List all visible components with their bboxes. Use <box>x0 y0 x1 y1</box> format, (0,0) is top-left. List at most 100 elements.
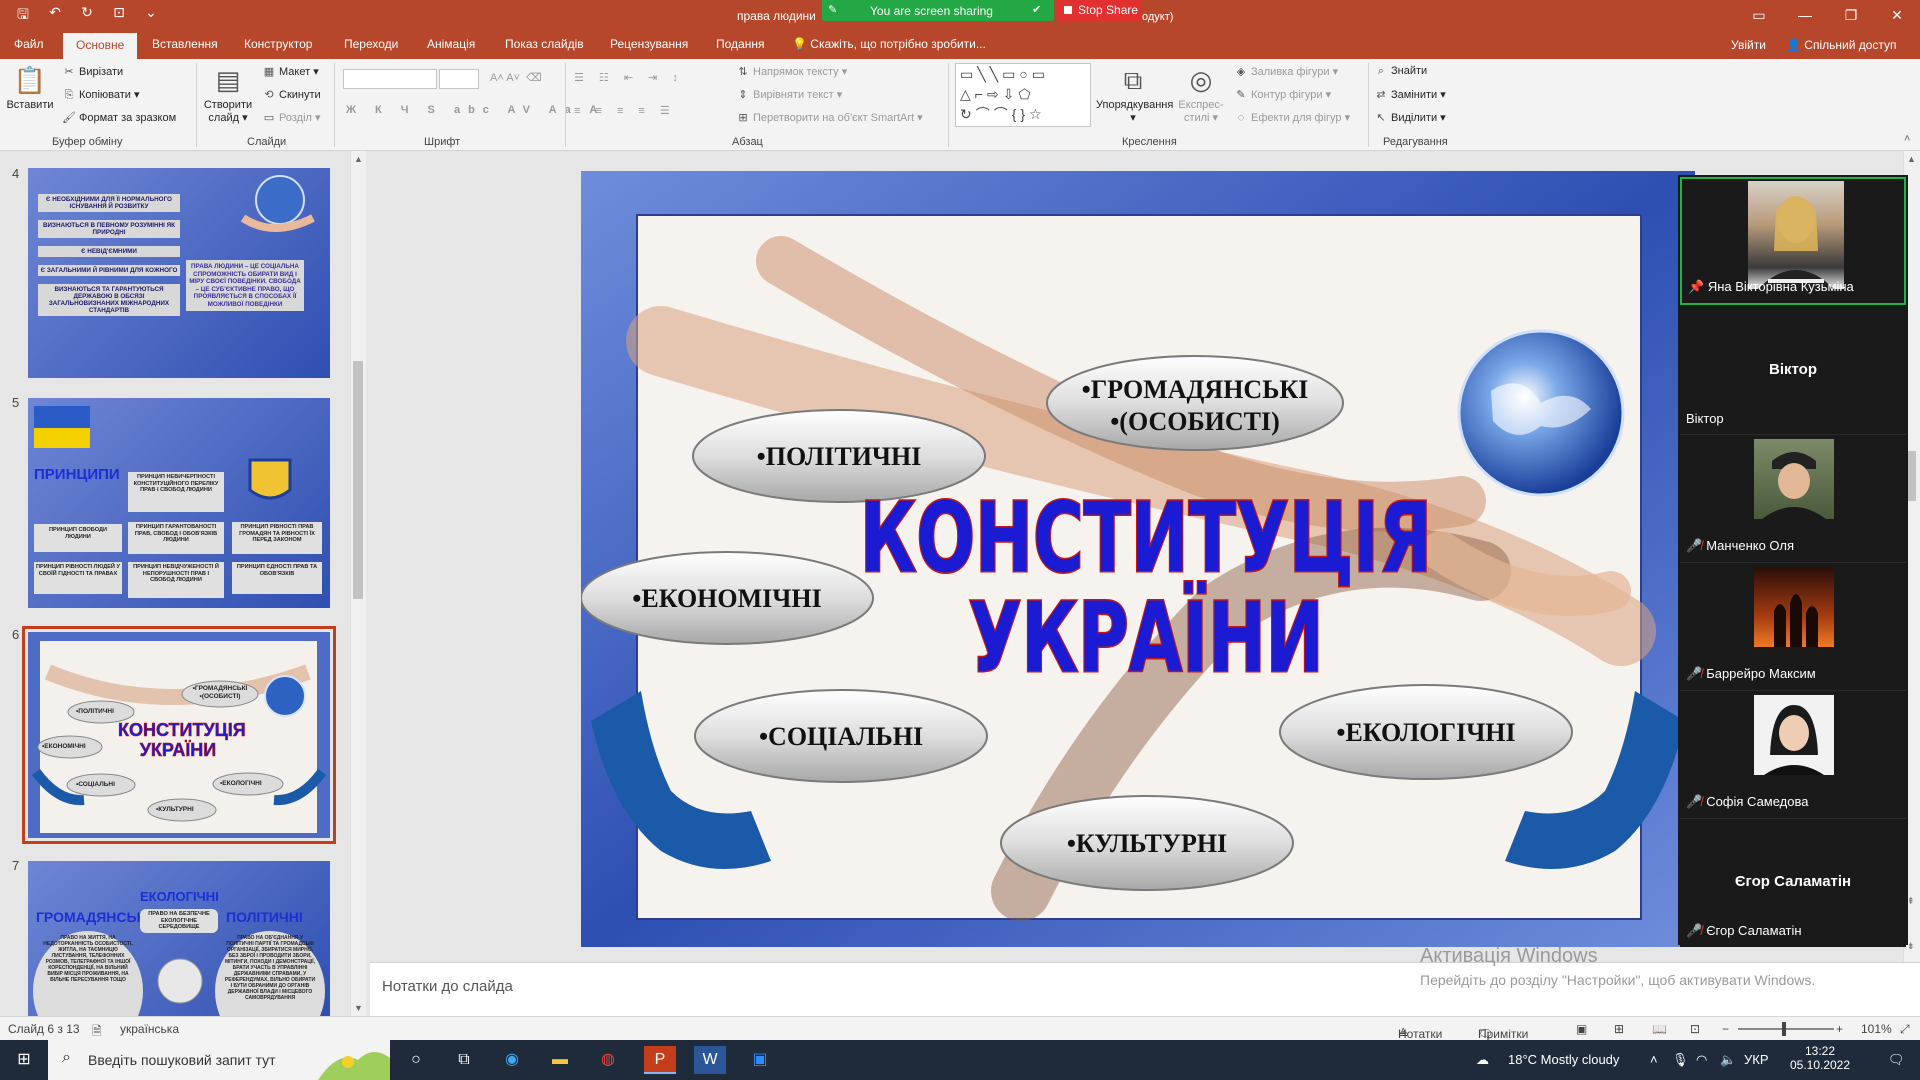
slide-thumbnail-4[interactable]: Є НЕОБХІДНИМИ ДЛЯ Її НОРМАЛЬНОГО ІСНУВАН… <box>28 168 330 378</box>
find-button[interactable]: ⌕ Знайти <box>1374 65 1427 78</box>
edge-icon[interactable]: ◉ <box>496 1046 528 1074</box>
tab-file[interactable]: Файл <box>14 37 44 51</box>
slide-thumbnail-5[interactable]: ПРИНЦИПИ ПРИНЦИП НЕВИЧЕРПНОСТІ КОНСТИТУЦ… <box>28 398 330 608</box>
slideshow-start-icon[interactable]: ⊡ <box>110 4 128 28</box>
save-icon[interactable]: 🖫 <box>14 4 32 28</box>
cortana-icon[interactable]: ○ <box>400 1046 432 1074</box>
format-painter-button[interactable]: 🖌 Формат за зразком <box>62 111 176 124</box>
select-button[interactable]: ↖ Виділити ▾ <box>1374 111 1445 124</box>
powerpoint-taskbar-icon[interactable]: P <box>644 1046 676 1074</box>
cut-button[interactable]: ✂ Вирізати <box>62 65 123 78</box>
scroll-down-icon[interactable]: ▼ <box>354 1003 363 1013</box>
weather-icon[interactable]: ☁ <box>1476 1052 1489 1068</box>
chrome-icon[interactable]: ◍ <box>592 1046 624 1074</box>
font-size-adjust[interactable]: A˄ A˅ ⌫ <box>490 71 542 84</box>
tab-transitions[interactable]: Переходи <box>344 37 398 51</box>
list-buttons[interactable]: ☰ ☷ ⇤ ⇥ ↕ <box>574 71 684 84</box>
quick-styles-button[interactable]: ◎ Експрес- стилі ▾ <box>1172 65 1230 125</box>
tab-insert[interactable]: Вставлення <box>152 37 218 51</box>
file-explorer-icon[interactable]: ▬ <box>544 1046 576 1074</box>
tab-view[interactable]: Подання <box>716 37 764 51</box>
shape-fill-button[interactable]: ◈ Заливка фігури ▾ <box>1234 65 1338 78</box>
layout-button[interactable]: ▦ Макет ▾ <box>262 65 319 78</box>
replace-button[interactable]: ⇄ Замінити ▾ <box>1374 88 1445 101</box>
zoom-slider-thumb[interactable] <box>1782 1022 1786 1036</box>
taskbar-search[interactable]: ⌕ Введіть пошуковий запит тут <box>48 1040 390 1080</box>
scroll-up-icon[interactable]: ▲ <box>1907 154 1916 164</box>
slideshow-icon[interactable]: ⊡ <box>1690 1022 1700 1036</box>
notification-icon[interactable]: 🗨 <box>1888 1052 1905 1068</box>
redo-icon[interactable]: ↻ <box>78 4 96 28</box>
task-view-icon[interactable]: ⧉ <box>448 1046 480 1074</box>
zoom-slider[interactable] <box>1738 1028 1834 1030</box>
shapes-gallery[interactable]: ▭╲╲▭○▭ △⌐⇨⇩⬠ ↻⌒⌒{}☆ <box>955 63 1091 127</box>
wifi-icon[interactable]: ◠ <box>1696 1052 1707 1068</box>
font-size-input[interactable] <box>439 69 479 89</box>
tab-design[interactable]: Конструктор <box>244 37 312 51</box>
tab-home[interactable]: Основне <box>63 33 138 59</box>
paste-button[interactable]: 📋 Вставити <box>4 65 56 112</box>
smartart-button[interactable]: ⊞ Перетворити на об'єкт SmartArt ▾ <box>736 111 922 124</box>
section-button[interactable]: ▭ Розділ ▾ <box>262 111 321 124</box>
zoom-level[interactable]: 101% <box>1861 1022 1892 1036</box>
word-taskbar-icon[interactable]: W <box>694 1046 726 1074</box>
customize-qat-icon[interactable]: ⌄ <box>142 4 160 28</box>
shape-outline-button[interactable]: ✎ Контур фігури ▾ <box>1234 88 1331 101</box>
reading-view-icon[interactable]: 📖 <box>1652 1022 1667 1036</box>
tab-slideshow[interactable]: Показ слайдів <box>505 37 584 51</box>
language-indicator[interactable]: українська <box>120 1022 179 1036</box>
clock[interactable]: 13:22 05.10.2022 <box>1784 1044 1856 1072</box>
fit-to-window-icon[interactable]: ⤢ <box>1900 1022 1910 1037</box>
next-slide-icon[interactable]: ⇟ <box>1907 941 1915 952</box>
participants-video-panel: 📌 Яна Вікторівна Кузьміна Віктор Віктор … <box>1678 175 1908 947</box>
slide-thumbnail-7[interactable]: ЕКОЛОГІЧНІ ГРОМАДЯНСЬКІ ПОЛІТИЧНІ ПРАВО … <box>28 861 330 1016</box>
text-direction-button[interactable]: ⇅ Напрямок тексту ▾ <box>736 65 847 78</box>
screen-sharing-indicator[interactable]: ✎ You are screen sharing ✔ <box>822 0 1054 21</box>
sign-in-link[interactable]: Увійти <box>1731 38 1766 52</box>
share-button[interactable]: 👤 Спільний доступ <box>1786 38 1897 52</box>
participant-tile[interactable]: 🎤̸ Софія Самедова <box>1680 691 1906 819</box>
shape-effects-button[interactable]: ◌ Ефекти для фігур ▾ <box>1234 111 1350 124</box>
close-button[interactable]: ✕ <box>1874 0 1920 30</box>
normal-view-icon[interactable]: ▣ <box>1576 1022 1587 1036</box>
slide-sorter-icon[interactable]: ⊞ <box>1614 1022 1624 1036</box>
collapse-ribbon-icon[interactable]: ˄ <box>1904 133 1910 145</box>
stop-share-button[interactable]: Stop Share <box>1058 0 1142 21</box>
microphone-icon[interactable]: 🎙 <box>1672 1052 1689 1068</box>
new-slide-button[interactable]: ▤ Створити слайд ▾ <box>198 65 258 125</box>
align-text-button[interactable]: ⇕ Вирівняти текст ▾ <box>736 88 842 101</box>
thumbnail-scrollbar[interactable]: ▲ ▼ <box>350 151 366 1016</box>
tab-animations[interactable]: Анімація <box>427 37 475 51</box>
reset-button[interactable]: ⟲ Скинути <box>262 88 320 101</box>
zoom-out-button[interactable]: − <box>1722 1022 1729 1036</box>
thumbnail-scroll-thumb[interactable] <box>353 361 363 599</box>
zoom-in-button[interactable]: + <box>1836 1022 1843 1036</box>
volume-icon[interactable]: 🔈 <box>1720 1052 1736 1068</box>
tray-chevron-icon[interactable]: ˄ <box>1650 1052 1658 1067</box>
ribbon-tabs: Файл Основне Вставлення Конструктор Пере… <box>0 30 1920 59</box>
participant-tile[interactable]: 📌 Яна Вікторівна Кузьміна <box>1680 177 1906 305</box>
align-buttons[interactable]: ≡ ≡ ≡ ≡ ☰ <box>574 104 676 117</box>
participant-tile[interactable]: 🎤̸ Баррейро Максим <box>1680 563 1906 691</box>
tab-review[interactable]: Рецензування <box>610 37 688 51</box>
undo-icon[interactable]: ↶ <box>46 4 64 28</box>
slide-thumbnail-6[interactable]: •ГРОМАДЯНСЬКІ •(ОСОБИСТІ) •ПОЛІТИЧНІ •ЕКО… <box>22 626 336 844</box>
participant-tile[interactable]: Єгор Саламатін 🎤̸ Єгор Саламатін <box>1680 819 1906 947</box>
windows-start-icon[interactable]: ⊞ <box>8 1046 40 1074</box>
keyboard-language[interactable]: УКР <box>1744 1052 1769 1067</box>
tell-me-search[interactable]: 💡 Скажіть, що потрібно зробити... <box>792 37 986 51</box>
zoom-taskbar-icon[interactable]: ▣ <box>744 1046 776 1074</box>
copy-button[interactable]: ⎘ Копіювати ▾ <box>62 88 140 102</box>
minimize-button[interactable]: — <box>1782 0 1828 30</box>
current-slide[interactable]: •ГРОМАДЯНСЬКІ •(ОСОБИСТІ) •ПОЛІТИЧНІ •ЕК… <box>580 171 1695 947</box>
arrange-button[interactable]: ⧉ Упорядкування ▾ <box>1096 65 1173 125</box>
maximize-button[interactable]: ❐ <box>1828 0 1874 30</box>
scroll-up-icon[interactable]: ▲ <box>354 154 363 164</box>
participant-tile[interactable]: Віктор Віктор <box>1680 307 1906 435</box>
participant-tile[interactable]: 🎤̸ Манченко Оля <box>1680 435 1906 563</box>
font-name-input[interactable] <box>343 69 437 89</box>
previous-slide-icon[interactable]: ⇞ <box>1907 896 1915 907</box>
weather-text[interactable]: 18°C Mostly cloudy <box>1508 1052 1619 1067</box>
ribbon-display-options-icon[interactable]: ▭ <box>1736 0 1782 30</box>
font-format-buttons[interactable]: Ж К Ч S abc AV Aa A <box>346 104 605 116</box>
